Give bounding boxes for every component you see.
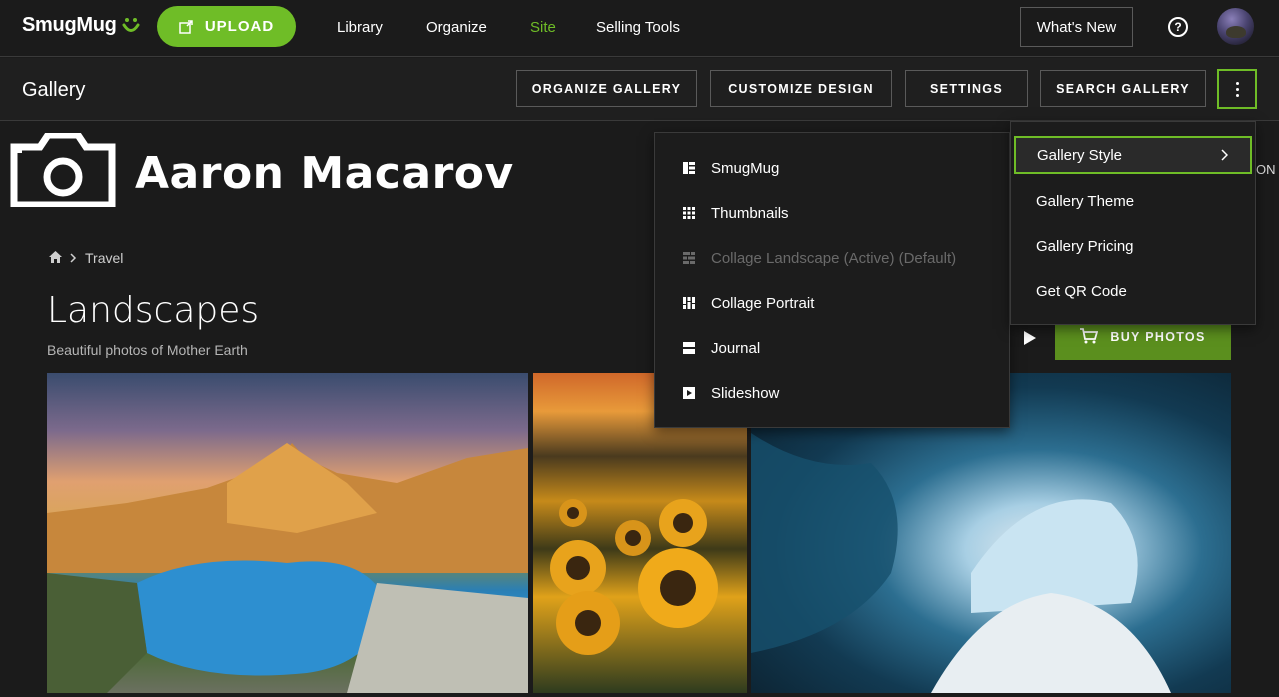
- collage-landscape-icon: [683, 252, 695, 264]
- style-option-label: Thumbnails: [711, 204, 789, 222]
- gallery-subtitle: Beautiful photos of Mother Earth: [47, 342, 248, 358]
- journal-icon: [683, 342, 695, 354]
- collage-portrait-icon: [683, 297, 695, 309]
- style-option-label: Slideshow: [711, 384, 780, 402]
- camera-icon: [10, 131, 116, 212]
- customize-design-button[interactable]: CUSTOMIZE DESIGN: [710, 70, 892, 107]
- style-option-thumbnails[interactable]: Thumbnails: [655, 191, 1009, 235]
- menu-item-label: Gallery Theme: [1036, 192, 1135, 210]
- style-option-collage-landscape: Collage Landscape (Active) (Default): [655, 236, 1009, 280]
- toolbar-title: Gallery: [22, 79, 86, 101]
- more-options-menu: Gallery Style Gallery Theme Gallery Pric…: [1010, 121, 1256, 325]
- settings-button[interactable]: SETTINGS: [905, 70, 1028, 107]
- nav-site[interactable]: Site: [530, 19, 556, 36]
- play-slideshow-icon[interactable]: [1015, 323, 1045, 353]
- style-option-slideshow[interactable]: Slideshow: [655, 371, 1009, 415]
- logo-text: SmugMug: [22, 14, 117, 36]
- breadcrumb-travel[interactable]: Travel: [85, 250, 123, 266]
- chevron-right-icon: [70, 250, 77, 266]
- organize-gallery-button[interactable]: ORGANIZE GALLERY: [516, 70, 697, 107]
- nav-library[interactable]: Library: [337, 19, 383, 36]
- menu-item-label: Gallery Style: [1037, 146, 1123, 164]
- brand-name[interactable]: Aaron Macarov: [135, 148, 514, 199]
- cart-icon: [1080, 327, 1099, 347]
- menu-get-qr-code[interactable]: Get QR Code: [1015, 272, 1252, 310]
- brand-logo[interactable]: [10, 131, 116, 212]
- style-option-smugmug[interactable]: SmugMug: [655, 146, 1009, 190]
- breadcrumb: Travel: [49, 250, 123, 266]
- help-icon[interactable]: ?: [1168, 17, 1188, 37]
- chevron-right-icon: [1221, 148, 1229, 164]
- avatar[interactable]: [1217, 8, 1254, 45]
- menu-gallery-style[interactable]: Gallery Style: [1014, 136, 1252, 174]
- style-option-label: SmugMug: [711, 159, 780, 177]
- whats-new-button[interactable]: What's New: [1020, 7, 1133, 47]
- upload-button[interactable]: UPLOAD: [157, 6, 296, 47]
- partial-header-text: ON: [1256, 162, 1276, 177]
- style-option-label: Collage Landscape (Active) (Default): [711, 249, 957, 267]
- more-options-button[interactable]: [1217, 69, 1257, 109]
- menu-item-label: Gallery Pricing: [1036, 237, 1134, 255]
- search-gallery-button[interactable]: SEARCH GALLERY: [1040, 70, 1206, 107]
- menu-item-label: Get QR Code: [1036, 282, 1127, 300]
- style-option-label: Journal: [711, 339, 761, 357]
- slideshow-icon: [683, 387, 695, 399]
- menu-gallery-theme[interactable]: Gallery Theme: [1015, 182, 1252, 220]
- gallery-style-submenu: SmugMug Thumbnails Collage Landscape (Ac…: [654, 132, 1010, 428]
- smugmug-style-icon: [683, 162, 695, 174]
- gallery-toolbar: Gallery ORGANIZE GALLERY CUSTOMIZE DESIG…: [0, 58, 1279, 121]
- upload-label: UPLOAD: [204, 18, 275, 35]
- smile-icon: [121, 16, 141, 36]
- style-option-label: Collage Portrait: [711, 294, 815, 312]
- home-icon[interactable]: [49, 250, 62, 266]
- style-option-journal[interactable]: Journal: [655, 326, 1009, 370]
- gallery-title: Landscapes: [47, 290, 260, 331]
- upload-icon: [179, 19, 193, 34]
- photo-mountain-lake[interactable]: [47, 373, 528, 693]
- top-nav: SmugMug UPLOAD Library Organize Site Sel…: [0, 0, 1279, 57]
- menu-gallery-pricing[interactable]: Gallery Pricing: [1015, 227, 1252, 265]
- nav-organize[interactable]: Organize: [426, 19, 487, 36]
- nav-selling-tools[interactable]: Selling Tools: [596, 19, 680, 36]
- smugmug-logo[interactable]: SmugMug: [22, 14, 141, 37]
- thumbnails-icon: [683, 207, 695, 219]
- kebab-icon: [1235, 80, 1239, 98]
- buy-photos-label: BUY PHOTOS: [1110, 330, 1206, 344]
- style-option-collage-portrait[interactable]: Collage Portrait: [655, 281, 1009, 325]
